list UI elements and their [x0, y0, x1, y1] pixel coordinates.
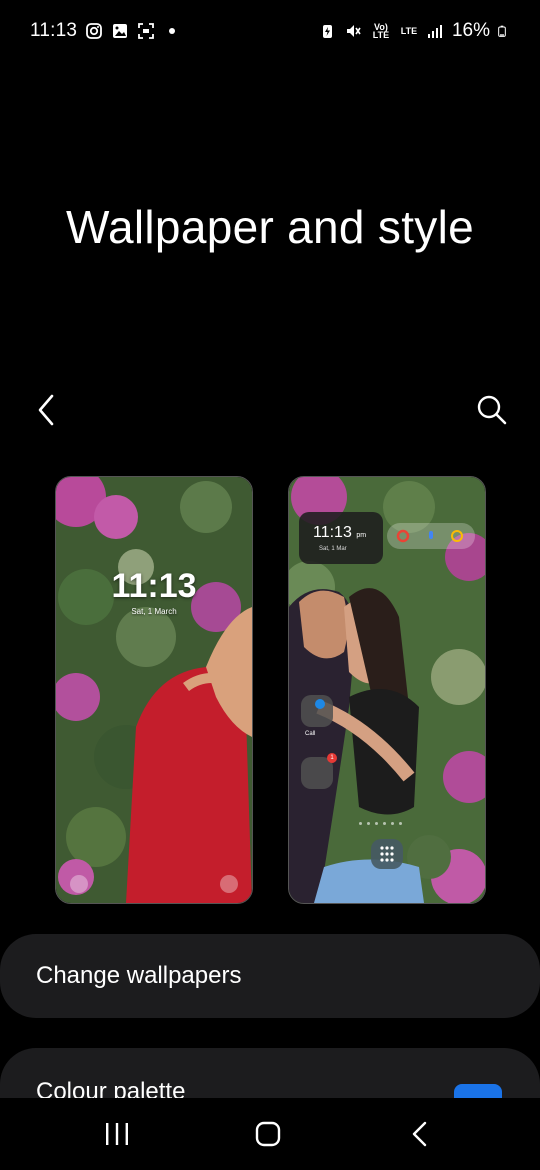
lock-date: Sat, 1 March: [131, 607, 177, 616]
lte-indicator: LTE: [400, 26, 418, 36]
screenshot-icon: [138, 23, 155, 39]
folder-label: Call: [305, 731, 316, 737]
change-wallpapers-button[interactable]: Change wallpapers: [0, 934, 540, 1018]
home-screen-preview[interactable]: 11:13 pm Sat, 1 Mar Call 1: [288, 476, 486, 904]
phone-shortcut-icon: [70, 875, 88, 893]
battery-icon: [498, 25, 506, 37]
app-drawer-icon: [371, 839, 403, 869]
home-icon[interactable]: [253, 1120, 283, 1148]
page-indicator: [359, 822, 402, 825]
mute-icon: [346, 25, 361, 37]
back-chevron-icon[interactable]: [32, 392, 62, 428]
notification-badge: 1: [327, 753, 337, 763]
google-search-icons: [396, 529, 463, 543]
navigation-bar: [0, 1098, 540, 1170]
lock-screen-preview[interactable]: 11:13 Sat, 1 March: [55, 476, 253, 904]
widget-date: Sat, 1 Mar: [319, 546, 347, 552]
camera-shortcut-icon: [220, 875, 238, 893]
back-nav-icon[interactable]: [405, 1120, 435, 1148]
instagram-icon: [86, 23, 103, 39]
notification-dot-icon: [169, 28, 176, 34]
status-bar: 11:13 Vo) LTE LTE 16%: [0, 0, 540, 64]
gallery-icon: [113, 24, 128, 38]
signal-icon: [427, 25, 442, 38]
clock-widget: 11:13 pm Sat, 1 Mar: [299, 512, 383, 564]
google-search-widget: [387, 523, 475, 549]
lock-wallpaper-image: [56, 477, 252, 903]
battery-saver-icon: [322, 25, 332, 38]
status-right: Vo) LTE LTE 16%: [318, 20, 510, 42]
search-icon[interactable]: [474, 392, 510, 428]
volte-indicator: Vo) LTE: [372, 22, 390, 40]
app-icon: [315, 699, 325, 709]
widget-time: 11:13 pm: [313, 524, 367, 541]
battery-percent: 16%: [451, 20, 490, 41]
status-time: 11:13: [30, 20, 78, 41]
lock-clock: 11:13: [111, 567, 197, 605]
change-wallpapers-label: Change wallpapers: [36, 962, 242, 989]
call-folder: [301, 695, 333, 727]
recent-apps-icon[interactable]: [102, 1120, 132, 1148]
widget-ampm: pm: [356, 532, 367, 539]
page-title: Wallpaper and style: [66, 201, 474, 253]
status-left: 11:13: [30, 20, 181, 42]
